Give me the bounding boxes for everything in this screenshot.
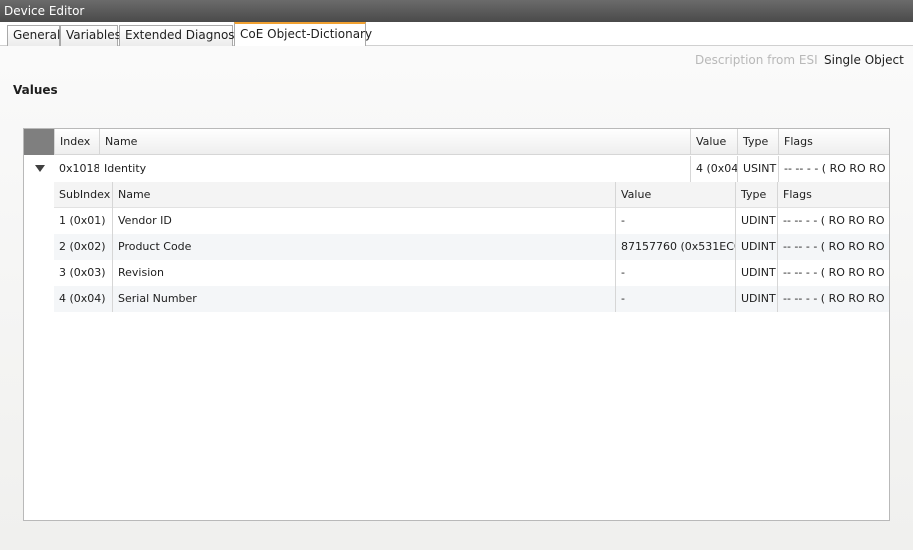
sub-column-header-type[interactable]: Type	[735, 182, 777, 208]
column-header-value[interactable]: Value	[690, 129, 737, 155]
sub-entry-flags: -- -- - - ( RO RO RO )	[777, 234, 889, 260]
sub-entry-type: UDINT	[735, 208, 777, 234]
sub-entry-type: UDINT	[735, 260, 777, 286]
object-index: 0x1018	[59, 162, 99, 175]
object-flags: -- -- - - ( RO RO RO )	[778, 156, 889, 182]
sub-entry-name: Vendor ID	[112, 208, 615, 234]
tab-extended-diagnosis[interactable]: Extended Diagnosis	[119, 25, 244, 46]
sub-entry-value: 87157760 (0x531EC00)	[615, 234, 735, 260]
tab-strip: General Variables Extended Diagnosis CoE…	[0, 22, 913, 46]
sub-column-header-value[interactable]: Value	[615, 182, 735, 208]
tab-variables[interactable]: Variables	[60, 25, 121, 46]
sub-entry-subindex: 1 (0x01)	[59, 214, 106, 227]
sub-entry-type: UDINT	[735, 286, 777, 312]
sub-column-header-flags[interactable]: Flags	[777, 182, 889, 208]
sub-entry-row[interactable]: 1 (0x01) Vendor ID - UDINT -- -- - - ( R…	[54, 208, 889, 234]
sub-entry-row[interactable]: 3 (0x03) Revision - UDINT -- -- - - ( RO…	[54, 260, 889, 286]
sub-entry-flags: -- -- - - ( RO RO RO )	[777, 260, 889, 286]
sub-entry-name: Product Code	[112, 234, 615, 260]
sub-entry-flags: -- -- - - ( RO RO RO )	[777, 208, 889, 234]
sub-column-header-subindex[interactable]: SubIndex	[54, 182, 112, 208]
collapse-triangle-icon[interactable]	[35, 165, 45, 172]
column-header-name[interactable]: Name	[99, 129, 690, 155]
grid-header: Index Name Value Type Flags	[24, 129, 889, 155]
sub-entry-name: Serial Number	[112, 286, 615, 312]
sub-entry-subindex: 4 (0x04)	[59, 292, 106, 305]
sub-entry-type: UDINT	[735, 234, 777, 260]
object-type: USINT	[737, 156, 778, 182]
sub-column-header-name[interactable]: Name	[112, 182, 615, 208]
column-header-type[interactable]: Type	[737, 129, 778, 155]
sub-entry-subindex: 3 (0x03)	[59, 266, 106, 279]
sub-entry-name: Revision	[112, 260, 615, 286]
grid-corner	[24, 129, 54, 155]
object-row[interactable]: 0x1018 Identity 4 (0x04) USINT -- -- - -…	[24, 156, 889, 182]
description-from-esi-button[interactable]: Description from ESI	[695, 53, 818, 67]
sub-entry-value: -	[615, 208, 735, 234]
sub-entry-value: -	[615, 286, 735, 312]
sub-entry-subindex: 2 (0x02)	[59, 240, 106, 253]
sub-entry-flags: -- -- - - ( RO RO RO )	[777, 286, 889, 312]
sub-entry-row[interactable]: 2 (0x02) Product Code 87157760 (0x531EC0…	[54, 234, 889, 260]
column-header-flags[interactable]: Flags	[778, 129, 889, 155]
tab-coe-object-dictionary[interactable]: CoE Object-Dictionary	[234, 22, 372, 46]
sub-entry-value: -	[615, 260, 735, 286]
single-object-button[interactable]: Single Object	[824, 53, 904, 67]
object-dictionary-grid[interactable]: Index Name Value Type Flags 0x1018 Ident…	[23, 128, 890, 521]
sub-grid-header: SubIndex Name Value Type Flags	[54, 182, 889, 208]
section-title: Values	[13, 83, 58, 97]
sub-entry-row[interactable]: 4 (0x04) Serial Number - UDINT -- -- - -…	[54, 286, 889, 312]
column-header-index[interactable]: Index	[54, 129, 99, 155]
content-panel: Description from ESI Single Object Value…	[0, 46, 913, 550]
object-value: 4 (0x04)	[690, 156, 737, 182]
object-name: Identity	[104, 162, 147, 175]
tab-general[interactable]: General	[7, 25, 60, 46]
window-title: Device Editor	[0, 0, 913, 22]
